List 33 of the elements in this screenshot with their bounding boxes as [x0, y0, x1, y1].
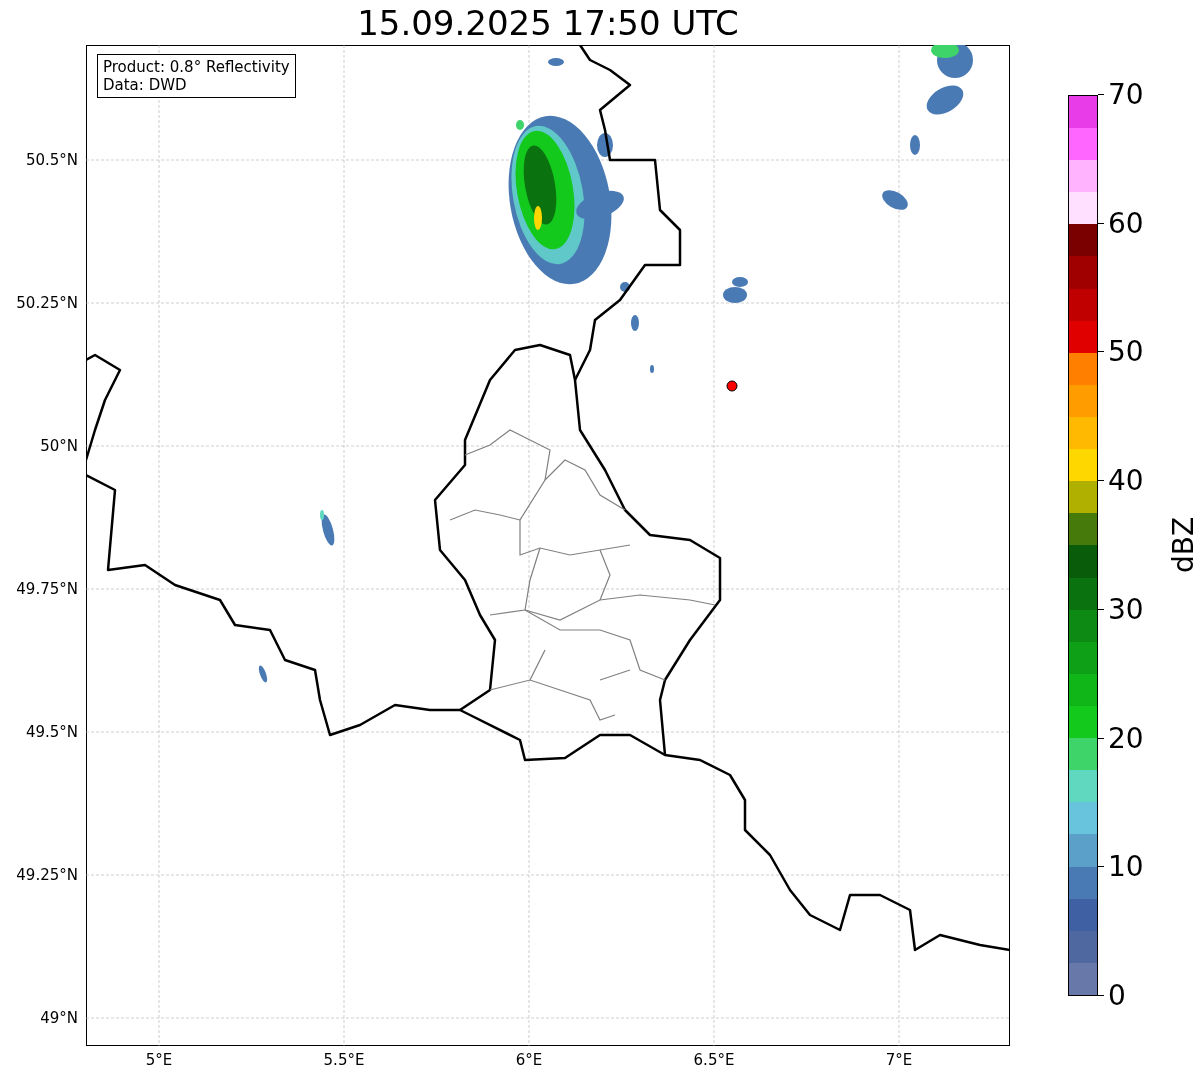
radar-echo [631, 315, 639, 331]
colorbar-tick-label: 40 [1108, 467, 1144, 496]
latitude-label: 49.25°N [16, 866, 78, 884]
radar-echo [650, 365, 654, 373]
latitude-label: 49°N [40, 1009, 78, 1027]
longitude-label: 5°E [145, 1051, 173, 1069]
colorbar-tick-label: 50 [1108, 338, 1144, 367]
colorbar-tick-label: 70 [1108, 81, 1144, 109]
colorbar-tick-label: 60 [1108, 209, 1144, 238]
longitude-label: 6°E [515, 1051, 543, 1069]
longitude-label: 7°E [885, 1051, 913, 1069]
legend-text: Product: 0.8° Reflectivity [103, 58, 290, 76]
colorbar-tick-label: 30 [1108, 595, 1144, 624]
latitude-label: 50.5°N [25, 151, 78, 169]
latitude-label: 50.25°N [16, 294, 78, 312]
longitude-label: 6.5°E [693, 1051, 735, 1069]
radar-echo [926, 85, 964, 115]
legend-text: Data: DWD [103, 76, 188, 94]
longitude-label: 5.5°E [323, 1051, 365, 1069]
radar-echo [548, 58, 564, 66]
colorbar-label: dBZ [1170, 516, 1199, 574]
radar-echo [910, 135, 920, 155]
colorbar-tick-label: 10 [1108, 853, 1144, 882]
radar-echo [882, 190, 908, 210]
colorbar-tick-label: 20 [1108, 724, 1144, 753]
radar-echo [258, 665, 268, 683]
radar-echo [620, 282, 630, 292]
chart-title: 15.09.2025 17:50 UTC [357, 3, 739, 45]
latitude-label: 49.5°N [25, 723, 78, 741]
latitude-label: 49.75°N [16, 580, 78, 598]
colorbar-tick-label: 0 [1108, 982, 1126, 1010]
radar-site-marker [726, 380, 738, 392]
latitude-label: 50°N [40, 437, 78, 455]
